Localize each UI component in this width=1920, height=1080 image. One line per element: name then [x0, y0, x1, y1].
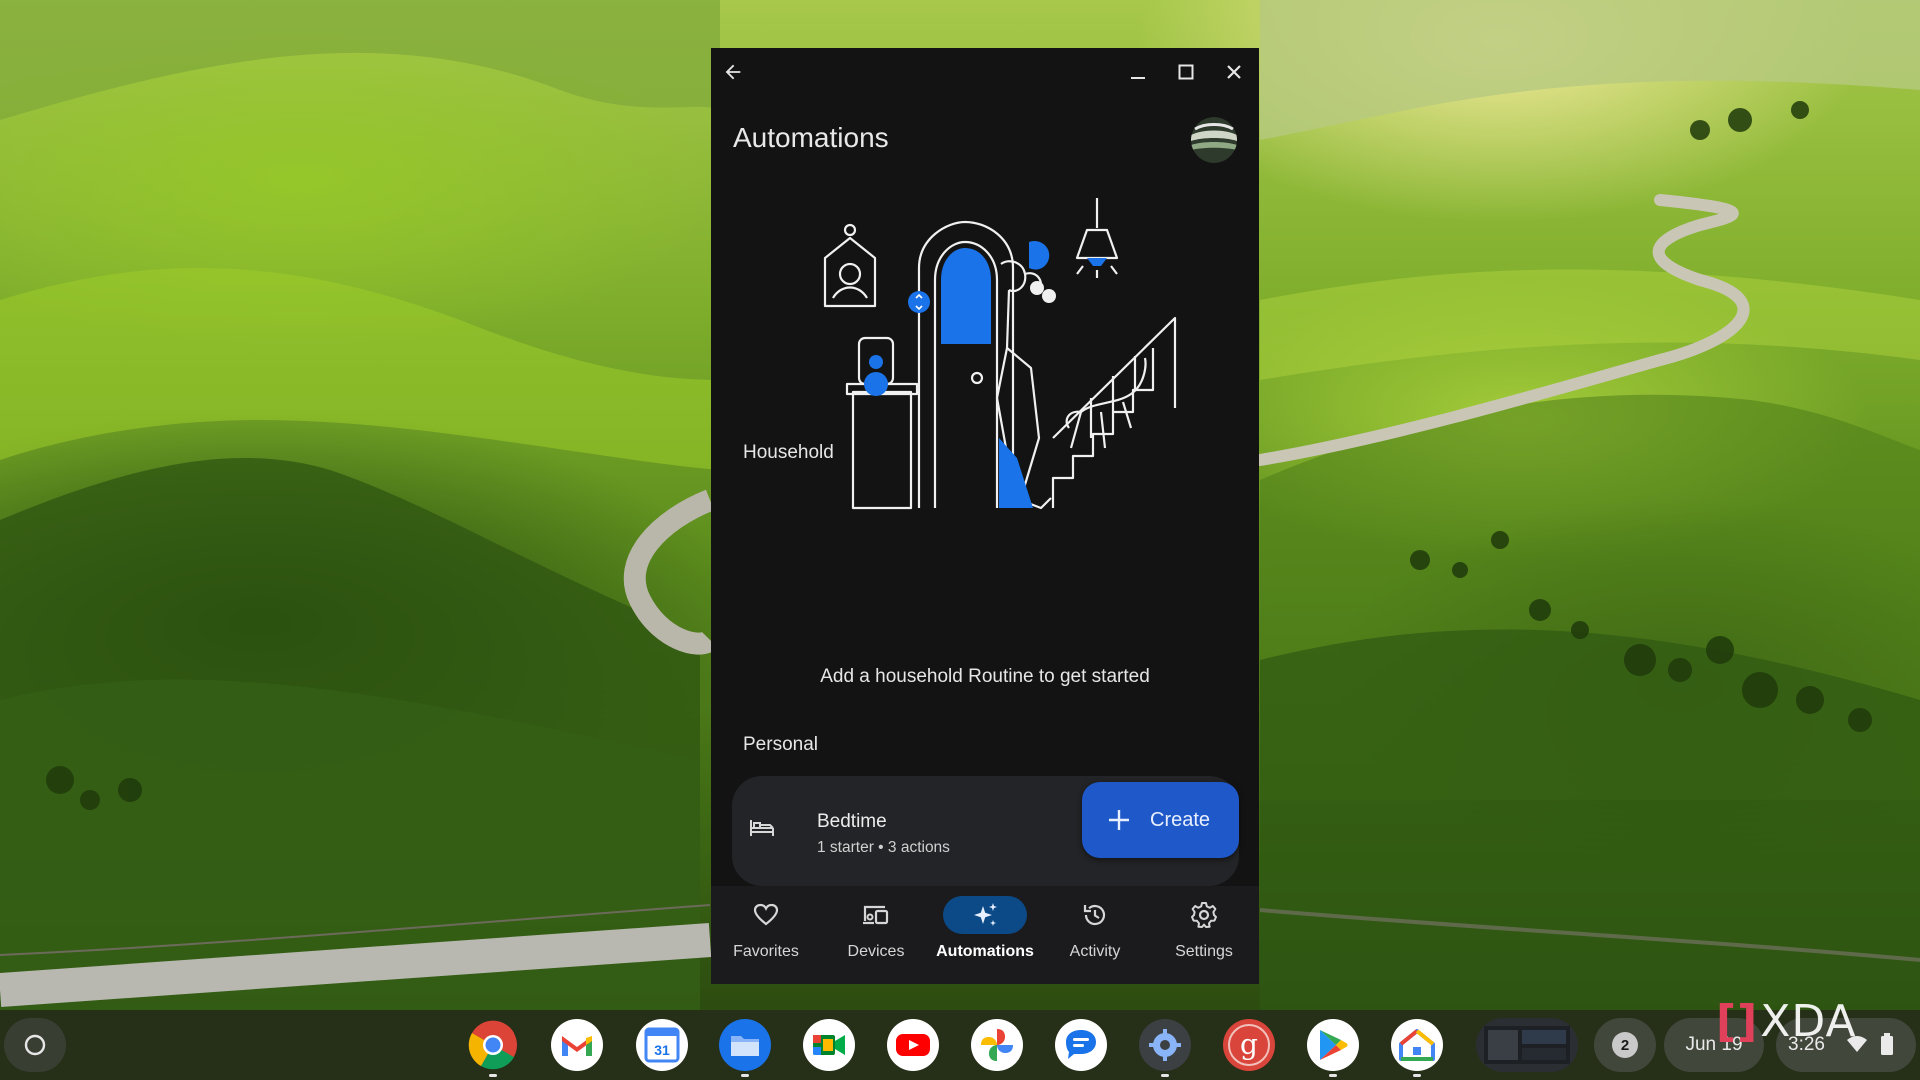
watermark-text: XDA — [1760, 996, 1857, 1047]
maximize-button[interactable] — [1168, 54, 1204, 90]
running-indicator — [1329, 1074, 1337, 1077]
youtube-icon — [896, 1034, 930, 1056]
nav-label: Automations — [936, 943, 1034, 960]
calendar-icon: 31 — [644, 1027, 680, 1063]
launcher-icon — [24, 1034, 46, 1056]
create-button-label: Create — [1150, 808, 1211, 831]
history-icon — [1083, 904, 1106, 926]
window-preview-icon — [1484, 1026, 1570, 1064]
running-indicator — [489, 1074, 497, 1077]
shelf-app-meet[interactable] — [803, 1019, 855, 1071]
routine-meta: 1 starter • 3 actions — [817, 839, 950, 856]
running-indicator — [1161, 1074, 1169, 1077]
shelf-app-google-home[interactable] — [1391, 1019, 1443, 1077]
routine-name: Bedtime — [817, 811, 887, 832]
household-empty-message: Add a household Routine to get started — [820, 666, 1150, 687]
avatar[interactable] — [1191, 117, 1237, 163]
automations-illustration — [823, 198, 1177, 510]
close-button[interactable] — [1216, 54, 1252, 90]
account-avatar-icon — [1191, 117, 1237, 163]
google-home-icon — [1399, 1029, 1435, 1061]
running-indicator — [1413, 1074, 1421, 1077]
shelf-app-g[interactable]: g — [1223, 1019, 1275, 1071]
minimize-button[interactable] — [1120, 54, 1156, 90]
running-indicator — [741, 1074, 749, 1077]
nav-item-devices[interactable]: Devices — [821, 886, 931, 984]
gear-icon — [1191, 902, 1217, 928]
shelf-app-photos[interactable] — [971, 1019, 1023, 1071]
meet-icon — [813, 1035, 845, 1055]
shelf-app-play-store[interactable] — [1307, 1019, 1359, 1077]
nav-label: Favorites — [733, 943, 799, 960]
chrome-icon — [468, 1020, 517, 1070]
minimize-icon — [1131, 77, 1145, 79]
sparkle-icon — [974, 903, 997, 926]
gmail-icon — [562, 1036, 592, 1056]
shelf-app-settings[interactable] — [1139, 1019, 1191, 1077]
plus-icon — [1109, 810, 1129, 830]
nav-item-activity[interactable]: Activity — [1040, 886, 1150, 984]
nav-item-favorites[interactable]: Favorites — [711, 886, 821, 984]
window-titlebar — [711, 48, 1259, 96]
nav-label: Settings — [1175, 943, 1233, 960]
shelf-app-gmail[interactable] — [551, 1019, 603, 1071]
close-icon — [1227, 65, 1241, 79]
window-overview-thumbnail[interactable] — [1476, 1018, 1578, 1072]
notification-center-button[interactable]: 2 — [1594, 1018, 1656, 1072]
shelf-app-chrome[interactable] — [467, 1019, 519, 1077]
shelf-app-youtube[interactable] — [887, 1019, 939, 1071]
nav-label: Activity — [1069, 943, 1121, 960]
settings-app-icon — [1149, 1029, 1181, 1061]
xda-watermark: [] XDA — [1716, 996, 1857, 1047]
nav-item-settings[interactable]: Settings — [1149, 886, 1259, 984]
battery-icon — [1881, 1033, 1893, 1055]
heart-icon — [753, 903, 779, 926]
google-home-window: Automations Household Add a household Ro… — [711, 48, 1259, 984]
back-button[interactable] — [715, 54, 751, 90]
devices-icon — [863, 905, 889, 925]
launcher-button[interactable] — [4, 1018, 66, 1072]
create-button[interactable]: Create — [1082, 782, 1239, 858]
nav-item-automations[interactable]: Automations — [930, 886, 1040, 984]
play-store-icon — [1320, 1030, 1348, 1060]
nav-label: Devices — [847, 943, 905, 960]
photos-icon — [981, 1029, 1013, 1061]
shelf-app-files[interactable] — [719, 1019, 771, 1077]
bed-icon — [750, 820, 774, 836]
personal-heading: Personal — [743, 734, 818, 755]
household-heading: Household — [743, 442, 834, 463]
maximize-icon — [1178, 64, 1194, 80]
arrow-back-icon — [725, 64, 741, 80]
notification-count-badge: 2 — [1612, 1032, 1638, 1058]
page-title: Automations — [733, 122, 889, 153]
calendar-badge: 31 — [654, 1042, 670, 1058]
g-app-letter: g — [1240, 1028, 1258, 1061]
g-app-icon: g — [1228, 1024, 1270, 1066]
messages-icon — [1066, 1030, 1096, 1059]
files-icon — [731, 1036, 759, 1056]
shelf-app-messages[interactable] — [1055, 1019, 1107, 1071]
shelf-app-calendar[interactable]: 31 — [636, 1019, 688, 1071]
taskbar-shelf: 31 g 2 Jun 19 3:26 — [0, 1010, 1920, 1080]
bottom-navigation: Favorites Devices Automations Activity S… — [711, 886, 1259, 984]
